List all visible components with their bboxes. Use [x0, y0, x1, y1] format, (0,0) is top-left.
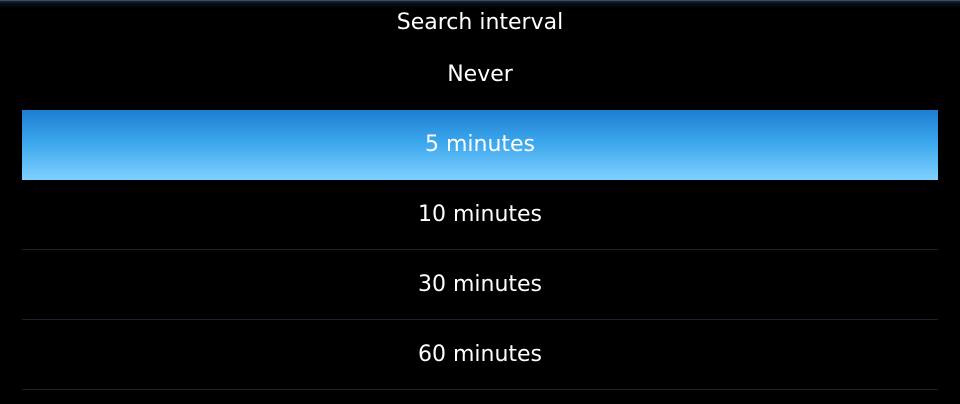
option-10-minutes[interactable]: 10 minutes — [22, 180, 938, 250]
option-label: 60 minutes — [417, 342, 543, 367]
search-interval-dialog: Search interval Never 5 minutes 10 minut… — [0, 0, 960, 404]
option-label: 10 minutes — [417, 202, 543, 227]
option-60-minutes[interactable]: 60 minutes — [22, 320, 938, 390]
dialog-title: Search interval — [396, 10, 564, 35]
option-30-minutes[interactable]: 30 minutes — [22, 250, 938, 320]
option-label: 5 minutes — [424, 132, 536, 157]
interval-options-list: Never 5 minutes 10 minutes 30 minutes 60… — [22, 46, 938, 390]
option-label: 30 minutes — [417, 272, 543, 297]
option-never[interactable]: Never — [22, 40, 938, 110]
option-5-minutes[interactable]: 5 minutes — [22, 110, 938, 180]
option-label: Never — [447, 62, 513, 87]
